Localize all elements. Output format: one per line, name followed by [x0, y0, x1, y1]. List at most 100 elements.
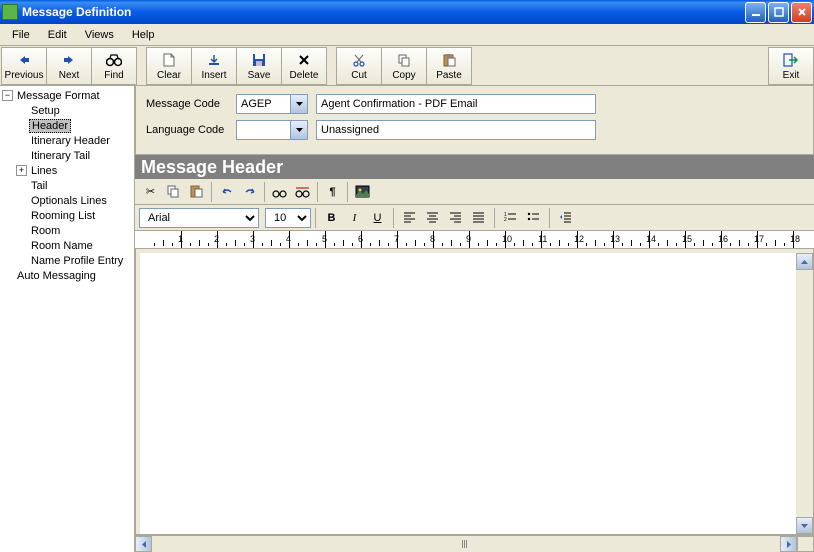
floppy-icon: [251, 52, 267, 68]
main-panel: Message Code Agent Confirmation - PDF Em…: [135, 86, 814, 552]
italic-icon: I: [353, 212, 357, 224]
tree-item-optionals-lines[interactable]: Optionals Lines: [2, 193, 132, 208]
minimize-button[interactable]: [745, 2, 766, 23]
clipboard-icon: [441, 52, 457, 68]
bold-button[interactable]: B: [320, 207, 343, 229]
delete-button[interactable]: Delete: [281, 47, 327, 85]
menu-help[interactable]: Help: [124, 27, 163, 43]
find-button[interactable]: Find: [91, 47, 137, 85]
expand-icon[interactable]: +: [16, 165, 27, 176]
previous-button[interactable]: Previous: [1, 47, 47, 85]
message-code-input[interactable]: [236, 94, 291, 114]
tree-item-itinerary-header[interactable]: Itinerary Header: [2, 133, 132, 148]
redo-icon: [243, 186, 257, 198]
menu-edit[interactable]: Edit: [40, 27, 75, 43]
italic-button[interactable]: I: [343, 207, 366, 229]
ed-find-button[interactable]: [268, 181, 291, 203]
paste-button[interactable]: Paste: [426, 47, 472, 85]
editor-toolbar: ✂ ¶: [135, 179, 814, 205]
close-button[interactable]: [791, 2, 812, 23]
align-left-button[interactable]: [398, 207, 421, 229]
ed-image-button[interactable]: [351, 181, 374, 203]
binoculars-icon: [106, 52, 122, 68]
menu-views[interactable]: Views: [77, 27, 122, 43]
language-code-dropdown[interactable]: [291, 120, 308, 140]
ed-paste-button[interactable]: [185, 181, 208, 203]
font-size-select[interactable]: 10: [265, 208, 311, 228]
main-toolbar: Previous Next Find Clear Insert Save Del…: [0, 46, 814, 86]
tree-root-message-format[interactable]: − Message Format: [2, 88, 132, 103]
exit-icon: [783, 52, 799, 68]
ed-findnext-button[interactable]: [291, 181, 314, 203]
tree-item-tail[interactable]: Tail: [2, 178, 132, 193]
copy-icon: [396, 52, 412, 68]
scissors-icon: ✂: [146, 185, 155, 198]
align-center-button[interactable]: [421, 207, 444, 229]
tree-item-setup[interactable]: Setup: [2, 103, 132, 118]
x-icon: [296, 52, 312, 68]
language-code-input[interactable]: [236, 120, 291, 140]
next-button[interactable]: Next: [46, 47, 92, 85]
scroll-down-button[interactable]: [796, 517, 813, 534]
clear-button[interactable]: Clear: [146, 47, 192, 85]
window-title: Message Definition: [22, 5, 745, 19]
align-left-icon: [403, 212, 416, 223]
tree-item-itinerary-tail[interactable]: Itinerary Tail: [2, 148, 132, 163]
tree-item-name-profile-entry[interactable]: Name Profile Entry: [2, 253, 132, 268]
tree-item-lines[interactable]: +Lines: [2, 163, 132, 178]
scroll-right-button[interactable]: [780, 536, 797, 552]
nav-tree: − Message Format Setup Header Itinerary …: [0, 86, 135, 552]
maximize-button[interactable]: [768, 2, 789, 23]
align-justify-button[interactable]: [467, 207, 490, 229]
align-center-icon: [426, 212, 439, 223]
ol-icon: 12: [504, 212, 517, 223]
save-button[interactable]: Save: [236, 47, 282, 85]
tree-item-room-name[interactable]: Room Name: [2, 238, 132, 253]
scroll-left-button[interactable]: [135, 536, 152, 552]
message-code-dropdown[interactable]: [291, 94, 308, 114]
align-right-icon: [449, 212, 462, 223]
title-bar: Message Definition: [0, 0, 814, 24]
ed-paragraph-button[interactable]: ¶: [321, 181, 344, 203]
outdent-button[interactable]: [554, 207, 577, 229]
align-right-button[interactable]: [444, 207, 467, 229]
tree-item-room[interactable]: Room: [2, 223, 132, 238]
svg-text:2: 2: [504, 217, 507, 223]
app-icon: [2, 4, 18, 20]
bullet-list-button[interactable]: [522, 207, 545, 229]
scroll-up-button[interactable]: [796, 253, 813, 270]
ruler: 123456789101112131415161718: [135, 231, 814, 249]
form-panel: Message Code Agent Confirmation - PDF Em…: [135, 86, 814, 155]
binoculars-next-icon: [295, 186, 310, 198]
cut-button[interactable]: Cut: [336, 47, 382, 85]
tree-item-rooming-list[interactable]: Rooming List: [2, 208, 132, 223]
ed-copy-button[interactable]: [162, 181, 185, 203]
binoculars-icon: [272, 186, 287, 198]
numbered-list-button[interactable]: 12: [499, 207, 522, 229]
message-code-label: Message Code: [146, 98, 236, 110]
clipboard-icon: [190, 185, 203, 198]
format-toolbar: Arial 10 B I U 12: [135, 205, 814, 231]
language-code-desc: Unassigned: [316, 120, 596, 140]
ul-icon: [527, 212, 540, 223]
copy-icon: [167, 185, 180, 198]
language-code-label: Language Code: [146, 124, 236, 136]
tree-item-header[interactable]: Header: [2, 118, 132, 133]
underline-button[interactable]: U: [366, 207, 389, 229]
copy-button[interactable]: Copy: [381, 47, 427, 85]
ed-redo-button[interactable]: [238, 181, 261, 203]
outdent-icon: [559, 212, 572, 223]
ed-undo-button[interactable]: [215, 181, 238, 203]
insert-button[interactable]: Insert: [191, 47, 237, 85]
vertical-scrollbar[interactable]: [796, 253, 813, 534]
editor-canvas[interactable]: [140, 253, 796, 534]
tree-root-auto-messaging[interactable]: Auto Messaging: [2, 268, 132, 283]
exit-button[interactable]: Exit: [768, 47, 814, 85]
arrow-right-icon: [61, 52, 77, 68]
font-family-select[interactable]: Arial: [139, 208, 259, 228]
menu-file[interactable]: File: [4, 27, 38, 43]
ed-cut-button[interactable]: ✂: [139, 181, 162, 203]
horizontal-scrollbar[interactable]: [135, 535, 814, 552]
align-justify-icon: [472, 212, 485, 223]
collapse-icon[interactable]: −: [2, 90, 13, 101]
